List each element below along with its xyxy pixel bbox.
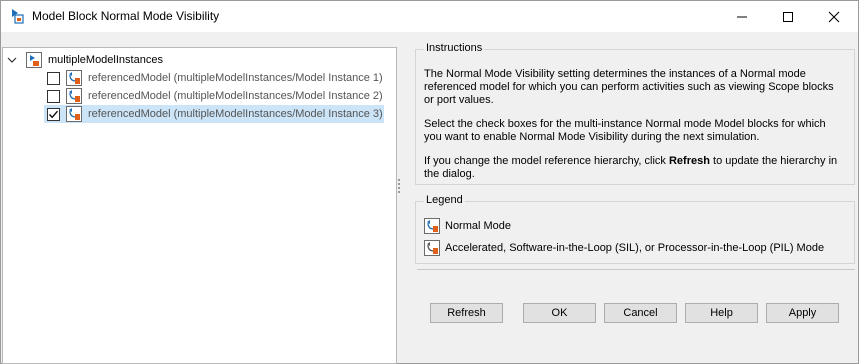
- cancel-button[interactable]: Cancel: [604, 303, 677, 323]
- window-title: Model Block Normal Mode Visibility: [32, 9, 220, 23]
- legend-normal-label: Normal Mode: [445, 220, 512, 232]
- checkmark-icon: [49, 110, 58, 118]
- legend-normal-mode: Normal Mode: [424, 218, 511, 234]
- button-separator: [417, 269, 855, 270]
- legend-group: Legend Normal Mode Accelerated, Software…: [415, 194, 855, 264]
- legend-accelerated-label: Accelerated, Software-in-the-Loop (SIL),…: [445, 242, 825, 254]
- instructions-paragraph-3: If you change the model reference hierar…: [424, 155, 838, 180]
- maximize-icon: [783, 11, 793, 22]
- instance-2-checkbox[interactable]: [47, 89, 60, 103]
- legend-accelerated-mode: Accelerated, Software-in-the-Loop (SIL),…: [424, 240, 824, 256]
- help-button[interactable]: Help: [685, 303, 758, 323]
- model-reference-icon: [66, 70, 82, 86]
- legend-title: Legend: [424, 194, 465, 206]
- tree-item-instance-1[interactable]: referencedModel (multipleModelInstances/…: [3, 69, 394, 87]
- tree-item-instance-3[interactable]: referencedModel (multipleModelInstances/…: [44, 105, 384, 123]
- maximize-button[interactable]: [765, 1, 811, 32]
- instructions-paragraph-1: The Normal Mode Visibility setting deter…: [424, 68, 834, 106]
- minimize-button[interactable]: [719, 1, 765, 32]
- tree-root-label: multipleModelInstances: [48, 54, 163, 66]
- instance-1-label: referencedModel (multipleModelInstances/…: [88, 72, 383, 84]
- dialog-window: Model Block Normal Mode Visibility multi…: [0, 0, 859, 364]
- instance-3-label: referencedModel (multipleModelInstances/…: [88, 108, 383, 120]
- ok-button[interactable]: OK: [523, 303, 596, 323]
- accelerated-mode-icon: [424, 240, 440, 256]
- normal-mode-icon: [424, 218, 440, 234]
- refresh-hint: Refresh: [668, 155, 710, 167]
- instance-1-checkbox[interactable]: [47, 71, 60, 85]
- instructions-title: Instructions: [424, 42, 485, 54]
- panel-splitter[interactable]: [398, 179, 401, 197]
- model-reference-icon: [66, 88, 82, 104]
- instance-3-checkbox[interactable]: [47, 107, 60, 121]
- close-button[interactable]: [811, 1, 857, 32]
- model-instance-tree[interactable]: multipleModelInstances referencedModel (…: [2, 47, 397, 364]
- instructions-paragraph-2: Select the check boxes for the multi-ins…: [424, 118, 826, 143]
- model-icon: [26, 52, 42, 68]
- model-reference-icon: [66, 106, 82, 122]
- title-bar[interactable]: Model Block Normal Mode Visibility: [1, 1, 858, 32]
- instructions-group: Instructions The Normal Mode Visibility …: [415, 42, 855, 185]
- tree-item-instance-2[interactable]: referencedModel (multipleModelInstances/…: [3, 87, 394, 105]
- apply-button[interactable]: Apply: [766, 303, 839, 323]
- tree-root-row[interactable]: multipleModelInstances: [3, 51, 394, 69]
- close-icon: [828, 11, 840, 22]
- simulink-app-icon: [12, 9, 24, 24]
- instance-2-label: referencedModel (multipleModelInstances/…: [88, 90, 383, 102]
- minimize-icon: [737, 16, 747, 17]
- refresh-button[interactable]: Refresh: [430, 303, 503, 323]
- chevron-down-icon[interactable]: [7, 55, 17, 65]
